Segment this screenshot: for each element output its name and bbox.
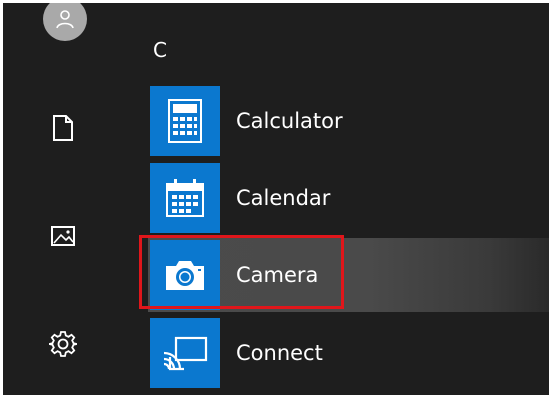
- connect-icon: [163, 336, 208, 371]
- document-icon: [53, 115, 73, 141]
- app-item-calculator[interactable]: Calculator: [148, 84, 549, 158]
- pictures-icon: [51, 226, 75, 246]
- connect-tile: [150, 318, 220, 388]
- calculator-icon: [168, 99, 202, 143]
- app-item-connect[interactable]: Connect: [148, 316, 549, 390]
- app-label: Calculator: [236, 109, 343, 133]
- camera-icon: [166, 261, 204, 290]
- calendar-tile: [150, 163, 220, 233]
- settings-button[interactable]: [43, 324, 83, 364]
- camera-tile: [150, 240, 220, 310]
- app-item-camera[interactable]: Camera: [148, 238, 549, 312]
- app-label: Calendar: [236, 186, 331, 210]
- group-letter-header[interactable]: C: [153, 38, 167, 62]
- documents-button[interactable]: [43, 108, 83, 148]
- screenshot-frame: C Calculator Calendar Camera Connect: [0, 0, 552, 398]
- app-label: Camera: [236, 263, 319, 287]
- calculator-tile: [150, 86, 220, 156]
- start-menu: C Calculator Calendar Camera Connect: [3, 3, 549, 395]
- pictures-button[interactable]: [43, 216, 83, 256]
- person-icon: [56, 10, 74, 29]
- gear-icon: [49, 331, 77, 357]
- app-item-calendar[interactable]: Calendar: [148, 161, 549, 235]
- app-label: Connect: [236, 341, 323, 365]
- user-avatar-icon[interactable]: [43, 3, 87, 41]
- calendar-icon: [166, 179, 204, 217]
- start-left-rail: [3, 3, 130, 395]
